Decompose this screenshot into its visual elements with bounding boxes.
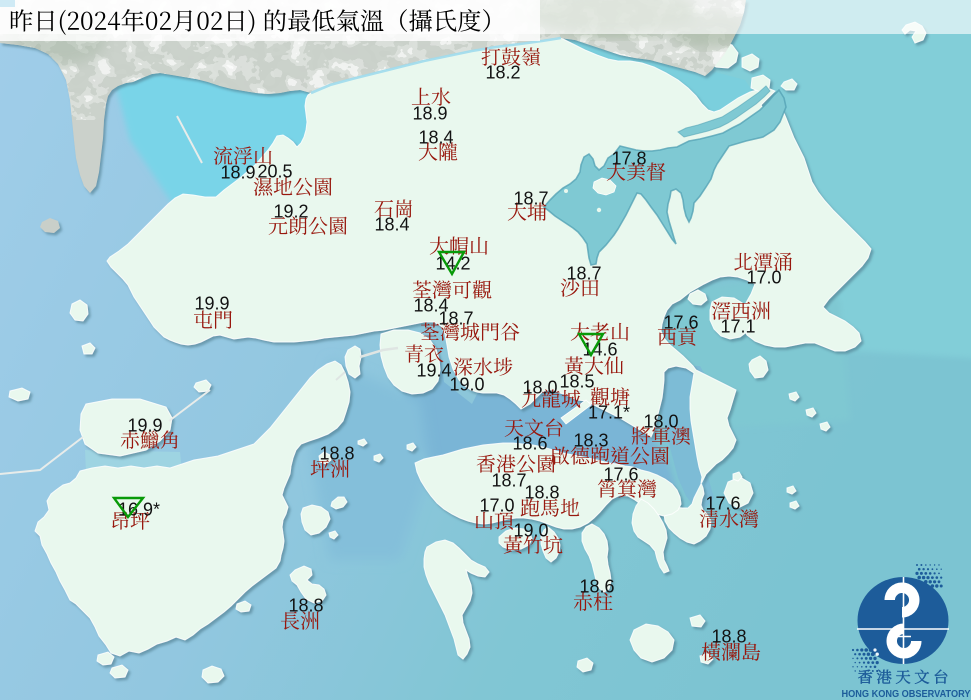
svg-text:19.0: 19.0 [513,521,548,541]
svg-text:17.6: 17.6 [603,465,638,485]
svg-text:18.8: 18.8 [288,596,323,616]
svg-text:18.7: 18.7 [513,189,548,209]
svg-text:18.3: 18.3 [573,431,608,451]
svg-text:17.6: 17.6 [663,313,698,333]
svg-text:18.5: 18.5 [559,372,594,392]
svg-text:17.6: 17.6 [705,494,740,514]
svg-text:18.7: 18.7 [491,471,526,491]
svg-text:18.4: 18.4 [418,128,453,148]
svg-text:17.0: 17.0 [746,268,781,288]
svg-text:19.4: 19.4 [416,361,451,381]
svg-text:19.9: 19.9 [127,416,162,436]
svg-text:17.1*: 17.1* [588,403,630,423]
svg-text:17.8: 17.8 [611,149,646,169]
svg-text:18.0: 18.0 [522,378,557,398]
svg-text:19.9: 19.9 [194,294,229,314]
svg-text:18.4: 18.4 [374,215,409,235]
svg-text:18.7: 18.7 [566,264,601,284]
svg-text:17.0: 17.0 [479,496,514,516]
svg-text:19.0: 19.0 [449,375,484,395]
svg-text:18.9: 18.9 [412,104,447,124]
svg-text:18.0: 18.0 [643,412,678,432]
svg-text:HONG KONG OBSERVATORY: HONG KONG OBSERVATORY [842,689,971,700]
svg-text:18.2: 18.2 [485,63,520,83]
svg-text:18.8: 18.8 [524,483,559,503]
svg-text:20.5: 20.5 [257,162,292,182]
svg-text:18.8: 18.8 [319,444,354,464]
svg-text:17.1: 17.1 [720,317,755,337]
svg-text:18.8: 18.8 [711,627,746,647]
svg-text:18.6: 18.6 [512,434,547,454]
svg-text:18.6: 18.6 [579,577,614,597]
svg-text:18.7: 18.7 [438,309,473,329]
svg-text:19.2: 19.2 [273,202,308,222]
svg-text:18.9: 18.9 [220,163,255,183]
